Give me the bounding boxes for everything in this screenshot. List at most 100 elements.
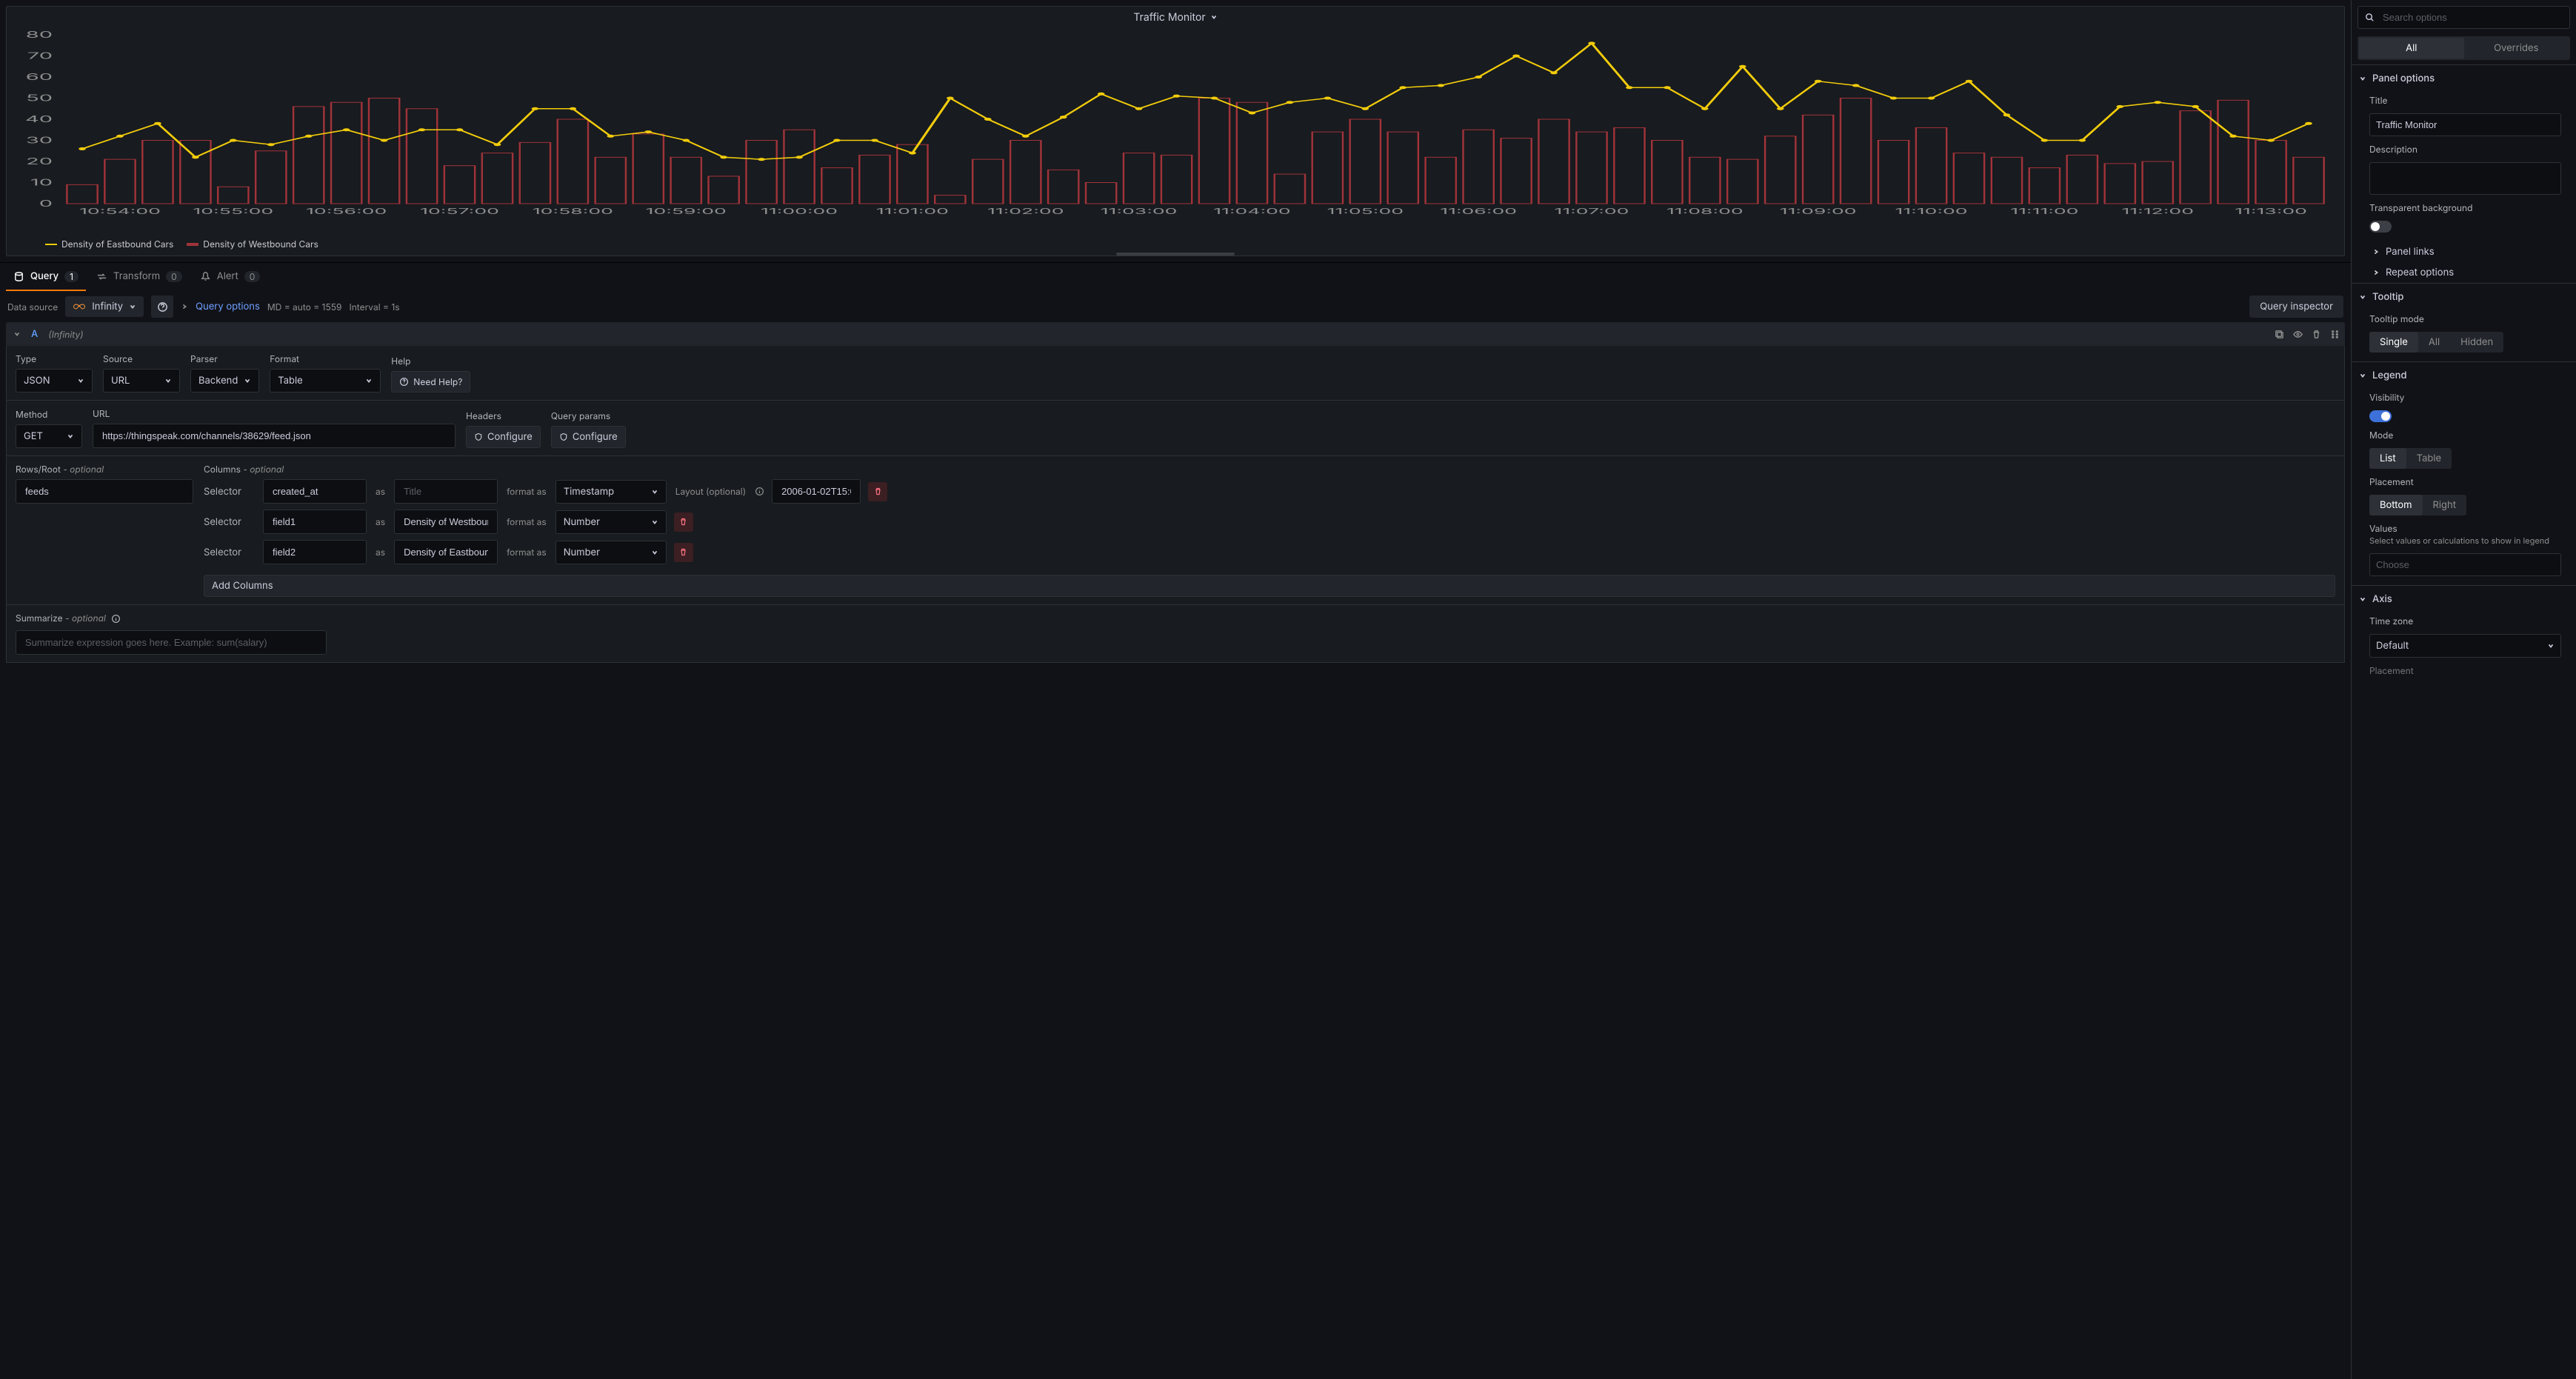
description-label: Description xyxy=(2369,144,2561,155)
tm-hidden[interactable]: Hidden xyxy=(2450,332,2503,353)
tab-alert[interactable]: Alert 0 xyxy=(193,263,268,291)
format-as-label: format as xyxy=(505,547,548,558)
delete-column-button[interactable] xyxy=(674,512,693,532)
info-icon[interactable] xyxy=(755,487,764,496)
scroll-thumb[interactable] xyxy=(1116,253,1235,256)
selector-label: Selector xyxy=(204,547,256,558)
transparent-bg-toggle[interactable] xyxy=(2369,221,2392,233)
params-configure-button[interactable]: Configure xyxy=(551,426,626,448)
search-options[interactable] xyxy=(2358,6,2570,29)
query-row-header[interactable]: A (Infinity) xyxy=(6,322,2345,346)
timezone-select[interactable]: Default xyxy=(2369,634,2561,658)
panel-title-bar[interactable]: Traffic Monitor xyxy=(7,7,2344,27)
svg-text:10:56:00: 10:56:00 xyxy=(306,206,387,216)
datasource-help-button[interactable] xyxy=(151,296,173,318)
chevron-right-icon[interactable] xyxy=(181,303,188,310)
tab-count: 0 xyxy=(166,271,182,282)
help-button[interactable]: Need Help? xyxy=(391,371,470,393)
mode-list[interactable]: List xyxy=(2369,448,2406,469)
tab-label: Alert xyxy=(217,270,238,282)
source-select[interactable]: URL xyxy=(103,369,180,393)
column-title-input[interactable] xyxy=(394,510,498,534)
chevron-down-icon[interactable] xyxy=(13,330,21,338)
svg-text:11:12:00: 11:12:00 xyxy=(2121,206,2194,216)
seg-overrides[interactable]: Overrides xyxy=(2464,38,2569,59)
add-columns-button[interactable]: Add Columns xyxy=(204,575,2335,597)
column-selector-input[interactable] xyxy=(263,510,367,534)
sub-panel-links[interactable]: Panel links xyxy=(2352,241,2576,262)
trash-icon[interactable] xyxy=(2311,329,2322,340)
query-inspector-button[interactable]: Query inspector xyxy=(2249,296,2343,318)
sub-repeat-options[interactable]: Repeat options xyxy=(2352,262,2576,283)
visibility-label: Visibility xyxy=(2369,392,2561,403)
svg-text:11:00:00: 11:00:00 xyxy=(761,206,838,216)
svg-text:11:09:00: 11:09:00 xyxy=(1780,206,1857,216)
headers-configure-button[interactable]: Configure xyxy=(466,426,541,448)
section-legend[interactable]: Legend xyxy=(2352,362,2576,389)
svg-text:11:02:00: 11:02:00 xyxy=(987,206,1064,216)
question-icon xyxy=(157,301,168,313)
tooltip-mode-group: Single All Hidden xyxy=(2369,332,2503,353)
column-title-input[interactable] xyxy=(394,479,498,504)
drag-handle-icon[interactable] xyxy=(2329,329,2340,340)
section-axis[interactable]: Axis xyxy=(2352,586,2576,612)
section-panel-options[interactable]: Panel options xyxy=(2352,65,2576,92)
format-select[interactable]: Table xyxy=(270,369,381,393)
parser-label: Parser xyxy=(190,353,259,364)
query-options-link[interactable]: Query options xyxy=(196,301,260,313)
parser-select[interactable]: Backend xyxy=(190,369,259,393)
delete-column-button[interactable] xyxy=(868,482,887,501)
legend-values-input[interactable] xyxy=(2369,553,2561,576)
svg-text:11:13:00: 11:13:00 xyxy=(2235,206,2307,216)
column-selector-input[interactable] xyxy=(263,540,367,564)
legend-mode-label: Mode xyxy=(2369,430,2561,441)
datasource-select[interactable]: Infinity xyxy=(65,296,144,317)
shield-icon xyxy=(474,433,483,441)
mode-table[interactable]: Table xyxy=(2406,448,2452,469)
url-input[interactable] xyxy=(93,424,456,448)
tm-all[interactable]: All xyxy=(2418,332,2450,353)
column-format-select[interactable]: Number xyxy=(555,541,667,564)
column-title-input[interactable] xyxy=(394,540,498,564)
database-icon xyxy=(13,271,24,282)
section-tooltip[interactable]: Tooltip xyxy=(2352,284,2576,310)
svg-text:20: 20 xyxy=(26,156,53,167)
description-input[interactable] xyxy=(2369,162,2561,195)
info-icon[interactable] xyxy=(111,614,121,624)
infinity-icon xyxy=(73,302,86,311)
delete-column-button[interactable] xyxy=(674,543,693,562)
placement-bottom[interactable]: Bottom xyxy=(2369,495,2423,515)
svg-text:11:08:00: 11:08:00 xyxy=(1666,206,1744,216)
svg-text:11:04:00: 11:04:00 xyxy=(1213,206,1290,216)
column-format-select[interactable]: Timestamp xyxy=(555,480,667,504)
trash-icon xyxy=(678,517,688,527)
method-select[interactable]: GET xyxy=(16,424,82,448)
tab-transform[interactable]: Transform 0 xyxy=(89,263,190,291)
svg-text:10: 10 xyxy=(30,177,53,188)
chevron-down-icon xyxy=(1210,13,1218,21)
summarize-input[interactable] xyxy=(16,630,327,655)
svg-text:0: 0 xyxy=(39,198,53,210)
tab-query[interactable]: Query 1 xyxy=(6,263,86,291)
placement-right[interactable]: Right xyxy=(2423,495,2466,515)
eye-icon[interactable] xyxy=(2292,329,2303,340)
legend-item-east[interactable]: Density of Eastbound Cars xyxy=(45,238,173,250)
legend-item-west[interactable]: Density of Westbound Cars xyxy=(187,238,318,250)
format-as-label: format as xyxy=(505,516,548,527)
search-input[interactable] xyxy=(2381,11,2563,24)
rows-root-input[interactable] xyxy=(16,479,193,504)
column-format-select[interactable]: Number xyxy=(555,510,667,534)
copy-icon[interactable] xyxy=(2274,329,2285,340)
legend-visibility-toggle[interactable] xyxy=(2369,410,2392,422)
column-selector-input[interactable] xyxy=(263,479,367,504)
tm-single[interactable]: Single xyxy=(2369,332,2418,353)
type-select[interactable]: JSON xyxy=(16,369,93,393)
svg-text:10:57:00: 10:57:00 xyxy=(420,206,499,216)
column-layout-input[interactable] xyxy=(772,479,861,504)
timezone-label: Time zone xyxy=(2369,615,2561,627)
query-letter: A xyxy=(31,328,38,340)
panel-title-input[interactable] xyxy=(2369,113,2561,136)
panel-title: Traffic Monitor xyxy=(1133,11,1205,24)
chart[interactable]: 0102030405060708010:54:0010:55:0010:56:0… xyxy=(10,30,2338,217)
seg-all[interactable]: All xyxy=(2359,38,2464,59)
